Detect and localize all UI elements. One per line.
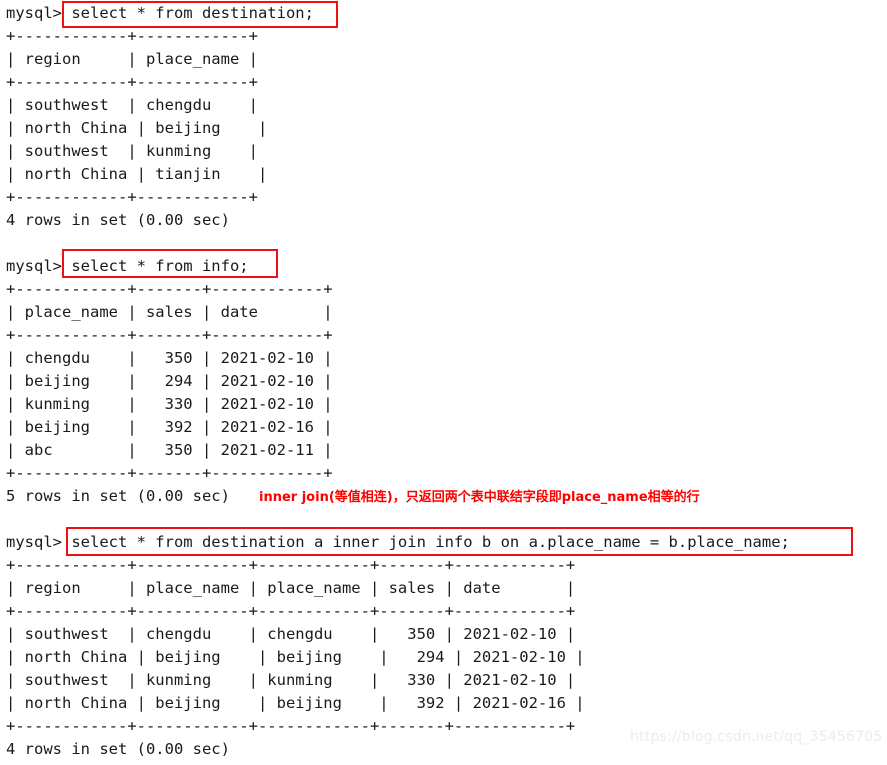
table-rule: +------------+------------+ [6,188,258,206]
table-row: | north China | beijing | beijing | 294 … [6,648,585,666]
inner-join-annotation: inner join(等值相连)，只返回两个表中联结字段即place_name相… [259,490,700,505]
table-row: | beijing | 392 | 2021-02-16 | [6,418,333,436]
table-row: | southwest | chengdu | [6,96,258,114]
table-row: | southwest | chengdu | chengdu | 350 | … [6,625,576,643]
table-rule: +------------+-------+------------+ [6,280,333,298]
command-highlight-info [62,249,278,278]
table-row: | southwest | kunming | kunming | 330 | … [6,671,576,689]
table-row: | abc | 350 | 2021-02-11 | [6,441,333,459]
table-header-row: | region | place_name | place_name | sal… [6,579,576,597]
result-footer-select-destination: 4 rows in set (0.00 sec) [6,211,230,229]
terminal-output: mysql> select * from destination; +------… [6,2,790,761]
table-rule: +------------+------------+ [6,27,258,45]
command-highlight-destination [62,1,338,28]
table-row: | north China | beijing | beijing | 392 … [6,694,585,712]
result-footer-inner-join-query: 4 rows in set (0.00 sec) [6,740,230,758]
table-rule: +------------+------------+ [6,73,258,91]
table-rule: +------------+------------+------------+… [6,556,576,574]
table-row: | chengdu | 350 | 2021-02-10 | [6,349,333,367]
command-highlight-inner-join [66,527,853,556]
table-rule: +------------+-------+------------+ [6,464,333,482]
table-row: | north China | tianjin | [6,165,268,183]
table-row: | kunming | 330 | 2021-02-10 | [6,395,333,413]
table-rule: +------------+------------+------------+… [6,602,576,620]
table-rule: +------------+------------+------------+… [6,717,576,735]
table-row: | southwest | kunming | [6,142,258,160]
table-row: | north China | beijing | [6,119,268,137]
table-header-row: | region | place_name | [6,50,258,68]
table-row: | beijing | 294 | 2021-02-10 | [6,372,333,390]
table-header-row: | place_name | sales | date | [6,303,333,321]
table-rule: +------------+-------+------------+ [6,326,333,344]
